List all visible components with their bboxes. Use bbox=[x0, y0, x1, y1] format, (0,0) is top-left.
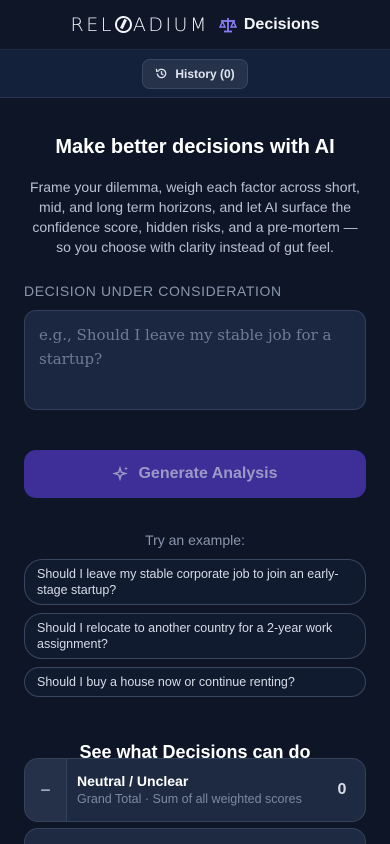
page-title: Make better decisions with AI bbox=[55, 136, 335, 158]
history-label: History (0) bbox=[175, 66, 235, 81]
logo-o-mark bbox=[114, 16, 132, 33]
decision-input[interactable]: e.g., Should I leave my stable job for a… bbox=[24, 310, 366, 410]
example-list: Should I leave my stable corporate job t… bbox=[24, 559, 366, 697]
page-description: Frame your dilemma, weigh each factor ac… bbox=[30, 179, 360, 255]
showcase-card-next bbox=[24, 828, 366, 844]
example-chip[interactable]: Should I leave my stable corporate job t… bbox=[24, 559, 366, 605]
toolbar: History (0) bbox=[0, 50, 390, 98]
verdict-subtitle: Grand Total · Sum of all weighted scores bbox=[77, 792, 302, 806]
example-chip[interactable]: Should I relocate to another country for… bbox=[24, 613, 366, 659]
showcase-card[interactable]: − Neutral / Unclear Grand Total · Sum of… bbox=[24, 758, 366, 822]
reloadium-logo[interactable]: REL ADIUM bbox=[71, 14, 209, 36]
history-button[interactable]: History (0) bbox=[142, 58, 248, 89]
decision-field-label: DECISION UNDER CONSIDERATION bbox=[24, 283, 282, 299]
sparkle-icon bbox=[112, 465, 129, 482]
generate-analysis-button[interactable]: Generate Analysis bbox=[24, 450, 366, 498]
scale-icon bbox=[218, 17, 237, 32]
verdict-score: 0 bbox=[337, 781, 347, 798]
history-icon bbox=[156, 68, 167, 79]
verdict-symbol: − bbox=[25, 759, 67, 821]
examples-heading: Try an example: bbox=[145, 532, 245, 548]
app-title: Decisions bbox=[218, 15, 320, 34]
app-name-label: Decisions bbox=[243, 15, 320, 33]
example-chip[interactable]: Should I buy a house now or continue ren… bbox=[24, 667, 366, 697]
verdict-title: Neutral / Unclear bbox=[77, 773, 189, 789]
generate-label: Generate Analysis bbox=[138, 465, 278, 482]
app-header: REL ADIUM Decisions bbox=[0, 0, 390, 50]
